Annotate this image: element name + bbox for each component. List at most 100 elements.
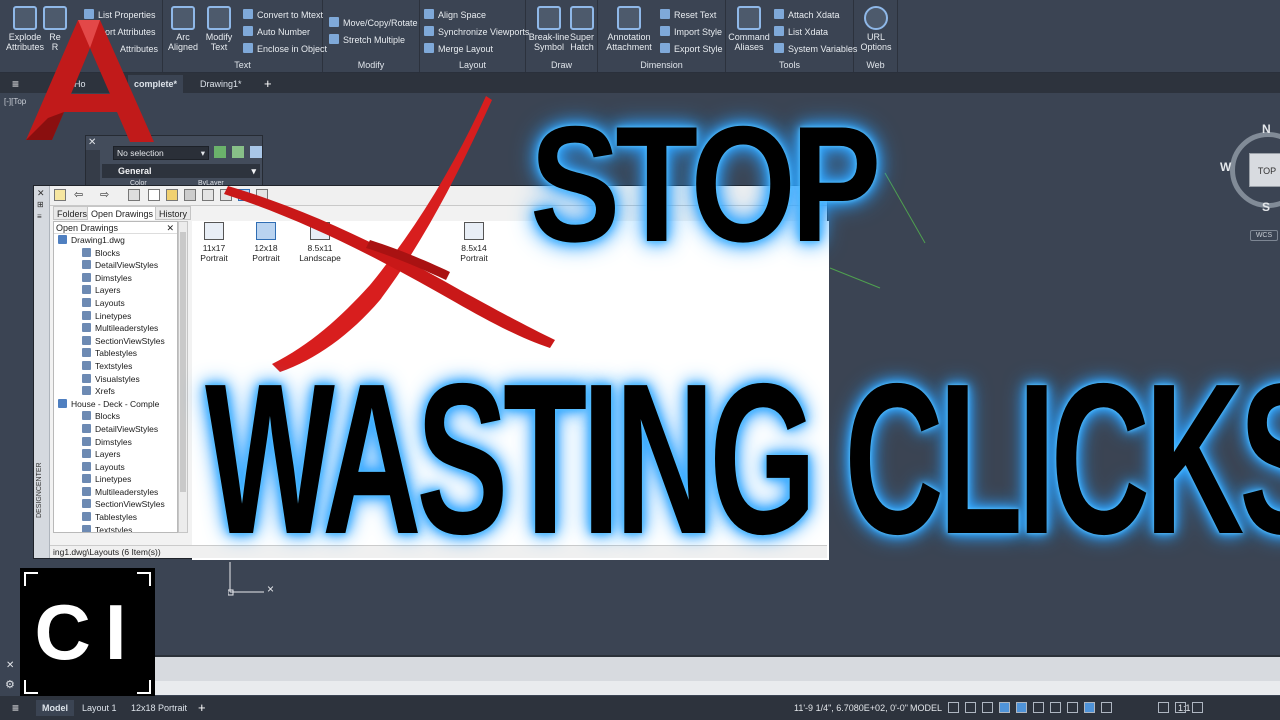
compass-west[interactable]: W bbox=[1220, 160, 1231, 174]
convert-to-mtext-button[interactable]: Convert to Mtext bbox=[243, 8, 323, 22]
tab-model[interactable]: Model bbox=[36, 700, 74, 716]
tree-item[interactable]: Layers bbox=[54, 284, 177, 297]
tree-item[interactable]: Dimstyles bbox=[54, 272, 177, 285]
tree-drawing-node[interactable]: House - Deck - Comple bbox=[54, 398, 177, 411]
model-space-button[interactable]: MODEL bbox=[904, 700, 948, 716]
reset-text-button[interactable]: Reset Text bbox=[660, 8, 716, 22]
ortho-icon[interactable] bbox=[982, 702, 993, 713]
lineweight-icon[interactable] bbox=[1050, 702, 1061, 713]
synchronize-viewports-button[interactable]: Synchronize Viewports bbox=[424, 25, 529, 39]
badge-corner-bl bbox=[24, 680, 38, 694]
tree-item[interactable]: Tablestyles bbox=[54, 347, 177, 360]
export-style-button[interactable]: Export Style bbox=[660, 42, 723, 56]
search-icon[interactable] bbox=[148, 189, 160, 201]
break-line-symbol-button[interactable]: Break-line Symbol bbox=[528, 6, 570, 52]
command-line[interactable] bbox=[20, 655, 1280, 695]
tree-item[interactable]: Layers bbox=[54, 448, 177, 461]
modify-text-button[interactable]: Modify Text bbox=[199, 6, 239, 52]
tree-item[interactable]: SectionViewStyles bbox=[54, 498, 177, 511]
viewcube-top-face[interactable]: TOP bbox=[1249, 153, 1280, 187]
scroll-thumb[interactable] bbox=[180, 232, 186, 492]
align-space-label: Align Space bbox=[438, 10, 487, 20]
tree-item-label: Dimstyles bbox=[95, 272, 132, 283]
system-variables-button[interactable]: System Variables bbox=[774, 42, 857, 56]
stretch-multiple-label: Stretch Multiple bbox=[343, 35, 406, 45]
list-xdata-button[interactable]: List Xdata bbox=[774, 25, 828, 39]
tree-item[interactable]: Multileaderstyles bbox=[54, 322, 177, 335]
tree-header: Open Drawings ✕ bbox=[54, 222, 177, 234]
cmd-close-icon[interactable]: ✕ bbox=[6, 660, 14, 671]
tree-scrollbar[interactable] bbox=[178, 221, 188, 533]
annotation-scale[interactable]: 1:1 bbox=[1172, 700, 1197, 716]
ribbon-group-dimension: Annotation Attachment Reset Text Import … bbox=[598, 0, 726, 72]
osnap-icon[interactable] bbox=[1016, 702, 1027, 713]
status-menu-icon[interactable]: ≡ bbox=[6, 700, 25, 716]
command-aliases-button[interactable]: Command Aliases bbox=[726, 6, 772, 52]
tree-drawing-node[interactable]: Drawing1.dwg bbox=[54, 234, 177, 247]
attach-xdata-button[interactable]: Attach Xdata bbox=[774, 8, 840, 22]
grid-icon[interactable] bbox=[948, 702, 959, 713]
tree-item[interactable]: Layouts bbox=[54, 461, 177, 474]
auto-scale-icon[interactable] bbox=[1158, 702, 1169, 713]
tree-close-icon[interactable]: ✕ bbox=[166, 222, 174, 234]
selection-cycling-icon[interactable] bbox=[1084, 702, 1095, 713]
favorites-icon[interactable] bbox=[166, 189, 178, 201]
annotation-attachment-icon bbox=[617, 6, 641, 30]
move-copy-rotate-button[interactable]: Move/Copy/Rotate bbox=[329, 16, 418, 30]
compass-north[interactable]: N bbox=[1262, 122, 1271, 136]
tab-folders[interactable]: Folders bbox=[53, 206, 92, 220]
up-icon[interactable] bbox=[128, 189, 140, 201]
viewcube[interactable]: TOP N S W bbox=[1220, 122, 1280, 214]
align-space-button[interactable]: Align Space bbox=[424, 8, 486, 22]
tree-item[interactable]: Blocks bbox=[54, 247, 177, 260]
forward-icon[interactable]: ⇨ bbox=[100, 188, 109, 201]
wcs-menu[interactable]: WCS bbox=[1250, 230, 1278, 241]
arc-aligned-button[interactable]: Arc Aligned bbox=[163, 6, 203, 52]
transparency-icon[interactable] bbox=[1067, 702, 1078, 713]
tree-item[interactable]: Linetypes bbox=[54, 310, 177, 323]
annotation-visibility-icon[interactable] bbox=[1101, 702, 1112, 713]
tree-item-label: Linetypes bbox=[95, 310, 132, 321]
enclose-in-object-button[interactable]: Enclose in Object bbox=[243, 42, 327, 56]
super-hatch-button[interactable]: Super Hatch bbox=[566, 6, 598, 52]
tree-item[interactable]: Xrefs bbox=[54, 385, 177, 398]
compass-south[interactable]: S bbox=[1262, 200, 1270, 214]
command-input[interactable] bbox=[20, 681, 1280, 695]
tree-toggle-icon[interactable] bbox=[202, 189, 214, 201]
tree-item[interactable]: Textstyles bbox=[54, 360, 177, 373]
back-icon[interactable]: ⇦ bbox=[74, 188, 83, 201]
tree-item[interactable]: Visualstyles bbox=[54, 373, 177, 386]
tree-item[interactable]: SectionViewStyles bbox=[54, 335, 177, 348]
import-style-button[interactable]: Import Style bbox=[660, 25, 722, 39]
tree-item[interactable]: Tablestyles bbox=[54, 511, 177, 524]
dc-close-icon[interactable]: ✕ bbox=[37, 188, 45, 199]
tree-item[interactable]: DetailViewStyles bbox=[54, 259, 177, 272]
add-layout-button[interactable]: + bbox=[192, 700, 212, 716]
annotation-attachment-button[interactable]: Annotation Attachment bbox=[602, 6, 656, 52]
tab-history[interactable]: History bbox=[155, 206, 192, 220]
tree-item[interactable]: DetailViewStyles bbox=[54, 423, 177, 436]
url-options-button[interactable]: URL Options bbox=[854, 6, 898, 52]
tree-item[interactable]: Textstyles bbox=[54, 524, 177, 532]
dc-properties-icon[interactable]: ≡ bbox=[37, 212, 42, 221]
stretch-multiple-button[interactable]: Stretch Multiple bbox=[329, 33, 405, 47]
snap-icon[interactable] bbox=[965, 702, 976, 713]
polar-icon[interactable] bbox=[999, 702, 1010, 713]
tab-layout-1[interactable]: Layout 1 bbox=[76, 700, 123, 716]
tree-item[interactable]: Linetypes bbox=[54, 473, 177, 486]
home-icon[interactable] bbox=[184, 189, 196, 201]
merge-layout-button[interactable]: Merge Layout bbox=[424, 42, 493, 56]
tab-open-drawings[interactable]: Open Drawings bbox=[87, 206, 158, 220]
tree-item[interactable]: Layouts bbox=[54, 297, 177, 310]
dc-autohide-icon[interactable]: ⊞ bbox=[37, 200, 44, 209]
tab-12x18-portrait[interactable]: 12x18 Portrait bbox=[125, 700, 193, 716]
tree-item[interactable]: Dimstyles bbox=[54, 436, 177, 449]
collection-icon bbox=[82, 423, 91, 433]
coordinates-readout[interactable]: 11'-9 1/4", 6.7080E+02, 0'-0" bbox=[788, 700, 914, 716]
tree-item[interactable]: Blocks bbox=[54, 410, 177, 423]
auto-number-button[interactable]: Auto Number bbox=[243, 25, 310, 39]
otrack-icon[interactable] bbox=[1033, 702, 1044, 713]
load-icon[interactable] bbox=[54, 189, 66, 201]
tree-item[interactable]: Multileaderstyles bbox=[54, 486, 177, 499]
cmd-wrench-icon[interactable]: ⚙ bbox=[5, 678, 15, 691]
